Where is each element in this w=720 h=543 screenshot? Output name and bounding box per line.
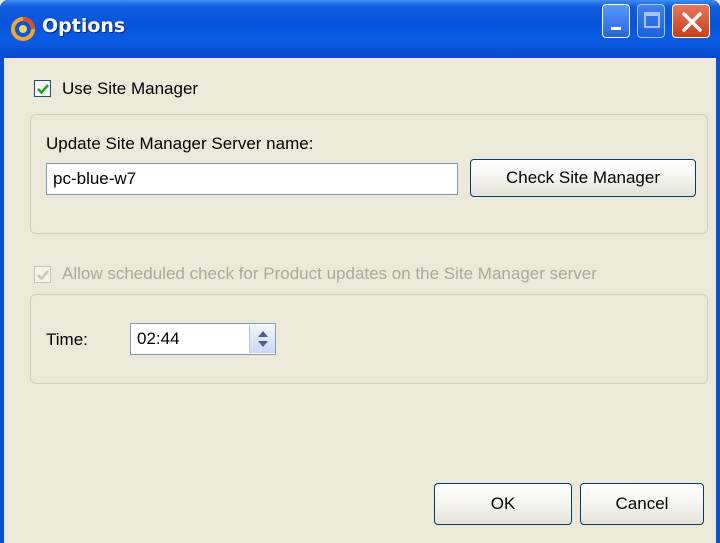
allow-scheduled-check-checkbox [34, 266, 51, 283]
dialog-body: Use Site Manager Update Site Manager Ser… [4, 58, 716, 543]
checkmark-icon [37, 270, 49, 281]
use-site-manager-label[interactable]: Use Site Manager [62, 79, 198, 99]
cancel-button[interactable]: Cancel [580, 483, 704, 525]
use-site-manager-checkbox[interactable] [34, 80, 51, 97]
server-name-input[interactable]: pc-blue-w7 [46, 163, 458, 195]
maximize-icon [644, 12, 660, 28]
maximize-button [637, 4, 665, 38]
options-dialog: Options Use Site Manager Update Site Man… [0, 0, 720, 543]
server-name-label: Update Site Manager Server name: [46, 134, 314, 153]
window-title: Options [42, 15, 126, 37]
checkmark-icon [37, 84, 49, 95]
close-button[interactable] [672, 4, 710, 38]
time-spinner[interactable] [249, 325, 275, 353]
minimize-icon [611, 27, 621, 30]
title-bar[interactable]: Options [0, 0, 720, 58]
spinner-arrows-icon [258, 331, 268, 347]
time-value: 02:44 [137, 329, 180, 348]
check-site-manager-button[interactable]: Check Site Manager [470, 159, 696, 197]
allow-scheduled-check-label: Allow scheduled check for Product update… [62, 264, 597, 283]
time-label: Time: [46, 330, 88, 349]
minimize-button[interactable] [602, 4, 630, 38]
ok-button[interactable]: OK [434, 483, 572, 525]
close-icon [682, 12, 702, 32]
app-logo-icon [10, 16, 36, 42]
window-border-right [716, 58, 720, 543]
